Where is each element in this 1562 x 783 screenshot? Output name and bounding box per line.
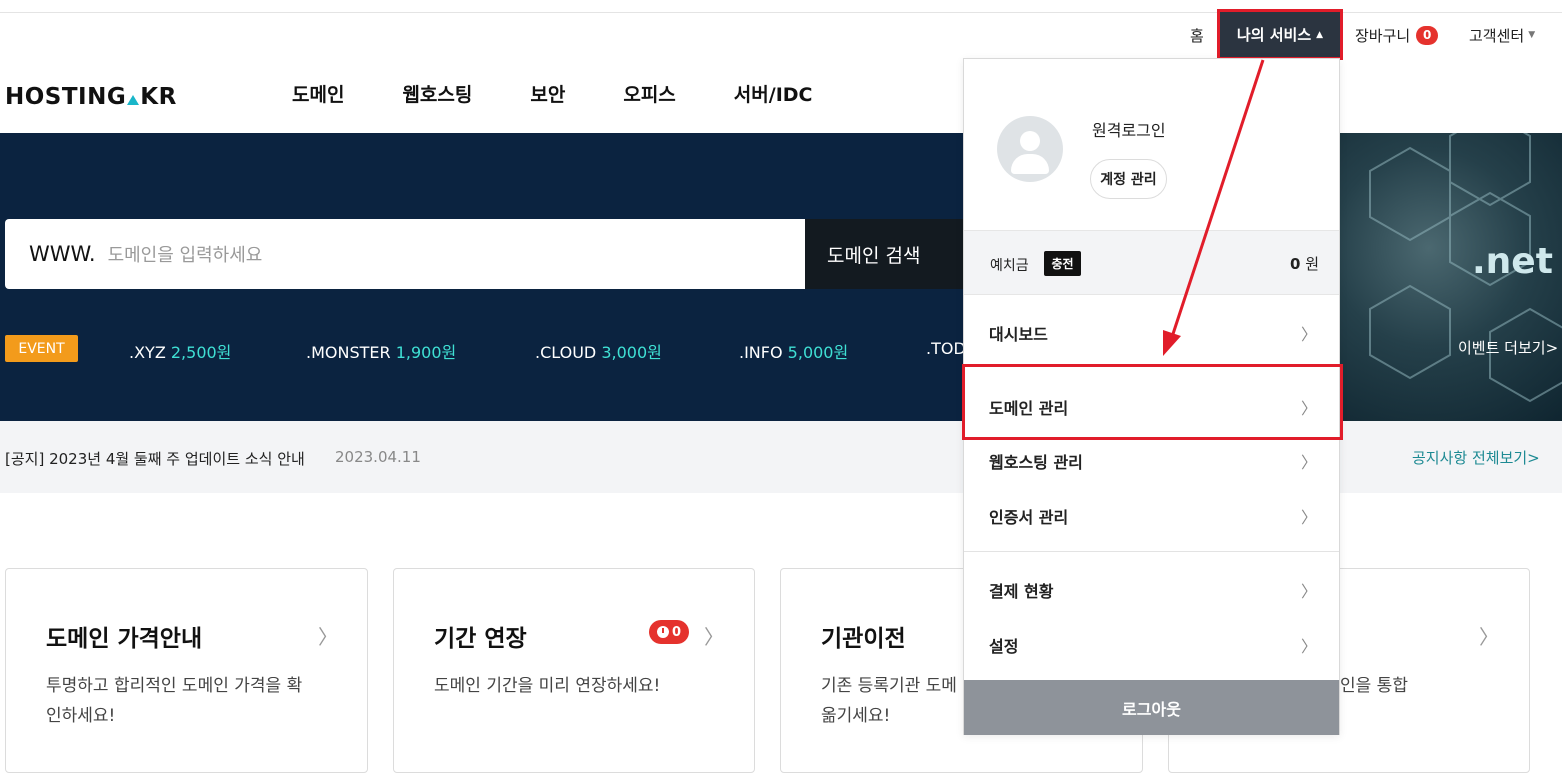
menu-item-label: 설정 — [989, 636, 1019, 656]
card-title: 도메인 가격안내 — [46, 626, 203, 652]
nav-item-domain[interactable]: 도메인 — [292, 80, 344, 107]
menu-item-label: 웹호스팅 관리 — [989, 452, 1083, 472]
promo-tod[interactable]: .TOD — [926, 339, 966, 358]
deposit-value: 0 — [1289, 255, 1301, 273]
cart-label: 장바구니 — [1355, 26, 1411, 45]
nav-item-webhosting[interactable]: 웹호스팅 — [402, 80, 472, 107]
notice-link[interactable]: [공지] 2023년 4월 둘째 주 업데이트 소식 안내 — [5, 448, 305, 469]
chevron-right-icon: 〉 — [1300, 507, 1317, 527]
nav-item-server-idc[interactable]: 서버/IDC — [734, 80, 813, 107]
card-title: 기간 연장 — [434, 626, 527, 652]
logo-text-left: HOSTING — [5, 84, 127, 110]
chevron-right-icon: 〉 — [1300, 324, 1317, 344]
site-logo[interactable]: HOSTING KR — [5, 84, 177, 110]
promo-tld: .MONSTER — [306, 343, 391, 362]
avatar-body — [1011, 154, 1049, 174]
menu-item-webhosting-manage[interactable]: 웹호스팅 관리 〉 — [964, 433, 1339, 488]
menu-item-dashboard[interactable]: 대시보드 〉 — [964, 305, 1339, 360]
deposit-unit: 원 — [1305, 255, 1319, 273]
chevron-right-icon: 〉 — [318, 625, 338, 649]
my-service-label: 나의 서비스 — [1236, 26, 1312, 44]
promo-cloud[interactable]: .CLOUD 3,000원 — [535, 339, 662, 363]
card-renewal[interactable]: 기간 연장 0 도메인 기간을 미리 연장하세요! 〉 — [393, 568, 755, 773]
promo-xyz[interactable]: .XYZ 2,500원 — [129, 339, 231, 363]
chevron-right-icon: 〉 — [1300, 581, 1317, 601]
nav-item-office[interactable]: 오피스 — [623, 80, 675, 107]
menu-item-settings[interactable]: 설정 〉 — [964, 617, 1339, 672]
home-link-label: 홈 — [1190, 26, 1204, 45]
menu-divider — [964, 551, 1339, 552]
logout-button[interactable]: 로그아웃 — [964, 680, 1339, 735]
cart-count-badge: 0 — [1416, 25, 1439, 45]
renewal-count-badge: 0 — [649, 620, 689, 644]
chevron-right-icon: 〉 — [1479, 625, 1499, 649]
renewal-count: 0 — [671, 624, 682, 640]
card-title: 기관이전 — [821, 626, 906, 652]
promo-tld: .CLOUD — [535, 343, 597, 362]
promo-tld: .XYZ — [129, 343, 166, 362]
event-more-link[interactable]: 이벤트 더보기> — [1458, 337, 1558, 358]
promo-price: 5,000원 — [787, 343, 849, 362]
cart-link[interactable]: 장바구니 0 — [1355, 10, 1439, 60]
deposit-label: 예치금 — [990, 258, 1029, 274]
domain-search-input[interactable]: 도메인을 입력하세요 — [108, 241, 263, 267]
logo-triangle-icon — [127, 95, 140, 105]
promo-tld: .INFO — [739, 343, 783, 362]
home-link[interactable]: 홈 — [1190, 10, 1204, 60]
chevron-right-icon: 〉 — [1300, 636, 1317, 656]
menu-item-label: 대시보드 — [989, 324, 1048, 344]
caret-down-icon: ▼ — [1528, 30, 1536, 40]
domain-manage-highlight — [962, 364, 1343, 440]
logo-text-right: KR — [140, 84, 177, 110]
caret-up-icon: ▲ — [1316, 29, 1324, 40]
promo-price: 1,900원 — [395, 343, 457, 362]
deposit-amount: 0 원 — [1290, 253, 1319, 274]
avatar — [997, 116, 1063, 182]
menu-item-certificate-manage[interactable]: 인증서 관리 〉 — [964, 488, 1339, 543]
promo-tld: .TOD — [926, 339, 966, 358]
charge-button[interactable]: 충전 — [1044, 251, 1081, 276]
domain-search-button[interactable]: 도메인 검색 — [805, 219, 965, 289]
card-desc: 투명하고 합리적인 도메인 가격을 확인하세요! — [46, 676, 303, 726]
card-domain-price[interactable]: 도메인 가격안내 투명하고 합리적인 도메인 가격을 확인하세요! 〉 — [5, 568, 368, 773]
menu-item-label: 인증서 관리 — [989, 507, 1069, 527]
chevron-right-icon: 〉 — [1300, 452, 1317, 472]
customer-center-label: 고객센터 — [1469, 26, 1525, 45]
avatar-head — [1020, 131, 1040, 151]
menu-item-label: 결제 현황 — [989, 581, 1054, 601]
chevron-right-icon: 〉 — [704, 625, 724, 649]
event-badge: EVENT — [5, 335, 78, 362]
clock-icon — [656, 626, 669, 638]
main-nav: 도메인 웹호스팅 보안 오피스 서버/IDC — [292, 80, 812, 107]
net-promo-banner[interactable]: .net 이벤트 더보기> — [1340, 133, 1562, 421]
account-manage-button[interactable]: 계정 관리 — [1090, 159, 1167, 199]
promo-info[interactable]: .INFO 5,000원 — [739, 339, 848, 363]
deposit-row: 예치금 충전 0 원 — [964, 230, 1339, 295]
nav-item-security[interactable]: 보안 — [530, 80, 565, 107]
promo-monster[interactable]: .MONSTER 1,900원 — [306, 339, 456, 363]
menu-item-payment-status[interactable]: 결제 현황 〉 — [964, 562, 1339, 617]
card-desc: 도메인 기간을 미리 연장하세요! — [434, 676, 661, 696]
notice-view-all-link[interactable]: 공지사항 전체보기> — [1412, 447, 1540, 468]
promo-price: 3,000원 — [601, 343, 662, 362]
customer-center-link[interactable]: 고객센터 ▼ — [1469, 10, 1535, 60]
domain-search-button-label: 도메인 검색 — [827, 244, 921, 267]
promo-price: 2,500원 — [170, 343, 232, 362]
www-prefix: WWW. — [29, 242, 96, 266]
remote-login-link[interactable]: 원격로그인 — [1092, 117, 1166, 141]
domain-search-box[interactable]: WWW. 도메인을 입력하세요 — [5, 219, 805, 289]
notice-date: 2023.04.11 — [335, 448, 421, 466]
net-banner-text: .net — [1472, 241, 1553, 282]
card-desc: 인을 통합 — [1340, 676, 1408, 696]
my-service-button[interactable]: 나의 서비스 ▲ — [1217, 9, 1343, 60]
